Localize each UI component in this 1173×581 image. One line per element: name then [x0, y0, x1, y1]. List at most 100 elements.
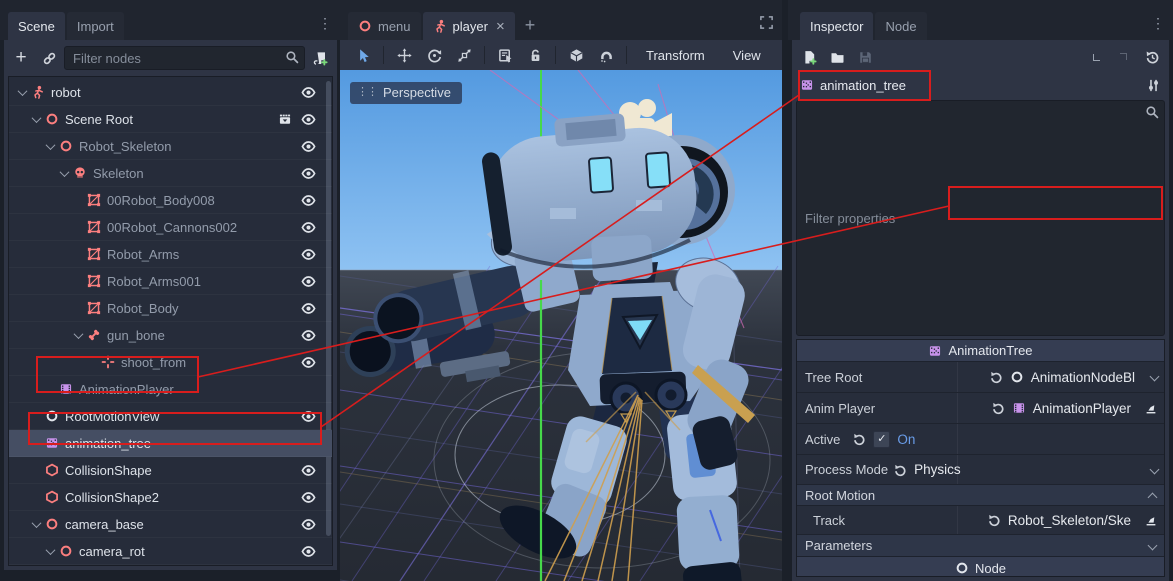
instance-scene-button[interactable] [36, 46, 62, 70]
load-resource-icon[interactable] [824, 45, 850, 69]
new-scene-tab-button[interactable]: + [517, 15, 544, 40]
menu-view[interactable]: View [719, 48, 775, 63]
revert-icon[interactable] [987, 513, 1001, 527]
property-value[interactable]: AnimationPlayer [1033, 401, 1131, 416]
expand-caret-icon[interactable] [43, 548, 57, 555]
visibility-eye-icon[interactable] [301, 247, 316, 262]
expand-caret-icon[interactable] [57, 170, 71, 177]
property-value[interactable]: Physics [914, 462, 961, 477]
tree-item-scene root[interactable]: Scene Root [9, 106, 332, 133]
expand-caret-icon[interactable] [43, 143, 57, 150]
expand-caret-icon[interactable] [15, 89, 29, 96]
tree-item-00robot_body008[interactable]: 00Robot_Body008 [9, 187, 332, 214]
visibility-eye-icon[interactable] [301, 328, 316, 343]
assign-icon[interactable] [1144, 401, 1158, 415]
section-parameters[interactable]: Parameters [797, 535, 1164, 557]
chevron-down-icon[interactable] [1150, 466, 1158, 474]
tree-item-camera_base[interactable]: camera_base [9, 511, 332, 538]
history-icon[interactable] [1139, 45, 1165, 69]
move-tool[interactable] [389, 42, 419, 68]
category-label: AnimationTree [948, 343, 1032, 358]
scale-tool[interactable] [449, 42, 479, 68]
scene-toolbar: + [8, 44, 333, 72]
visibility-eye-icon[interactable] [301, 409, 316, 424]
tree-item-rootmotionview[interactable]: RootMotionView [9, 403, 332, 430]
tree-item-robot_body[interactable]: Robot_Body [9, 295, 332, 322]
viewport-scene [340, 70, 782, 581]
revert-icon[interactable] [893, 463, 907, 477]
scene-panel-menu-icon[interactable]: ⋮ [318, 15, 340, 40]
tree-item-animationplayer[interactable]: AnimationPlayer [9, 376, 332, 403]
tree-item-gun_bone[interactable]: gun_bone [9, 322, 332, 349]
property-value[interactable]: AnimationNodeBl [1031, 370, 1135, 385]
visibility-eye-icon[interactable] [301, 274, 316, 289]
add-node-button[interactable]: + [8, 46, 34, 70]
assign-icon[interactable] [1144, 513, 1158, 527]
revert-icon[interactable] [852, 432, 866, 446]
tree-item-skeleton[interactable]: Skeleton [9, 160, 332, 187]
visibility-eye-icon[interactable] [301, 301, 316, 316]
group-icon[interactable] [561, 42, 591, 68]
expand-caret-icon[interactable] [29, 521, 43, 528]
scene-tab-menu[interactable]: menu [348, 12, 421, 40]
inspector-panel-menu-icon[interactable]: ⋮ [1151, 15, 1173, 40]
extra-tools-icon[interactable] [1146, 78, 1161, 93]
viewport-3d[interactable]: ⋮⋮ Perspective [340, 70, 782, 581]
save-resource-icon[interactable] [852, 45, 878, 69]
history-forward-icon[interactable] [1111, 45, 1137, 69]
tree-item-robot_arms001[interactable]: Robot_Arms001 [9, 268, 332, 295]
tree-item-shoot_from[interactable]: shoot_from [9, 349, 332, 376]
visibility-eye-icon[interactable] [301, 220, 316, 235]
expand-caret-icon[interactable] [29, 116, 43, 123]
lock-icon[interactable] [520, 42, 550, 68]
select-tool[interactable] [348, 42, 378, 68]
tree-item-camera[interactable]: Camera [9, 565, 332, 566]
visibility-eye-icon[interactable] [301, 166, 316, 181]
close-tab-icon[interactable]: × [496, 19, 505, 34]
filter-properties-input[interactable] [796, 100, 1165, 336]
tab-inspector[interactable]: Inspector [800, 12, 873, 40]
property-value[interactable]: Robot_Skeleton/Ske [1008, 513, 1131, 528]
expand-caret-icon[interactable] [71, 332, 85, 339]
chevron-down-icon[interactable] [1150, 373, 1158, 381]
tree-item-camera_rot[interactable]: camera_rot [9, 538, 332, 565]
visibility-eye-icon[interactable] [301, 355, 316, 370]
visibility-eye-icon[interactable] [301, 85, 316, 100]
snap-icon[interactable] [591, 42, 621, 68]
tree-item-robot_skeleton[interactable]: Robot_Skeleton [9, 133, 332, 160]
list-select-tool[interactable] [490, 42, 520, 68]
revert-icon[interactable] [989, 370, 1003, 384]
property-value-area: AnimationNodeBl [989, 370, 1158, 385]
visibility-eye-icon[interactable] [301, 193, 316, 208]
perspective-menu[interactable]: ⋮⋮ Perspective [350, 82, 462, 104]
distraction-free-icon[interactable] [759, 15, 782, 40]
tree-item-00robot_cannons002[interactable]: 00Robot_Cannons002 [9, 214, 332, 241]
new-resource-icon[interactable] [796, 45, 822, 69]
tree-item-robot[interactable]: robot [9, 79, 332, 106]
tree-item-collisionshape2[interactable]: CollisionShape2 [9, 484, 332, 511]
visibility-eye-icon[interactable] [301, 112, 316, 127]
menu-transform[interactable]: Transform [632, 48, 719, 63]
filter-nodes-input[interactable] [64, 46, 305, 70]
visibility-eye-icon[interactable] [301, 517, 316, 532]
tree-item-collisionshape[interactable]: CollisionShape [9, 457, 332, 484]
visibility-eye-icon[interactable] [301, 490, 316, 505]
section-root-motion[interactable]: Root Motion [797, 485, 1164, 506]
attach-script-button[interactable] [307, 46, 333, 70]
history-back-icon[interactable] [1083, 45, 1109, 69]
visibility-eye-icon[interactable] [301, 463, 316, 478]
tree-item-animation_tree[interactable]: animation_tree [9, 430, 332, 457]
tab-import[interactable]: Import [67, 12, 124, 40]
scene-tab-player[interactable]: player× [423, 12, 515, 40]
tree-item-robot_arms[interactable]: Robot_Arms [9, 241, 332, 268]
tab-node[interactable]: Node [875, 12, 926, 40]
checkbox-checked[interactable]: ✓ [873, 431, 890, 448]
clap-badge-icon[interactable] [278, 112, 292, 126]
visibility-eye-icon[interactable] [301, 139, 316, 154]
tree-item-label: animation_tree [65, 436, 151, 451]
revert-icon[interactable] [991, 401, 1005, 415]
visibility-eye-icon[interactable] [301, 544, 316, 559]
panel-divider[interactable] [782, 0, 788, 581]
rotate-tool[interactable] [419, 42, 449, 68]
tab-scene[interactable]: Scene [8, 12, 65, 40]
